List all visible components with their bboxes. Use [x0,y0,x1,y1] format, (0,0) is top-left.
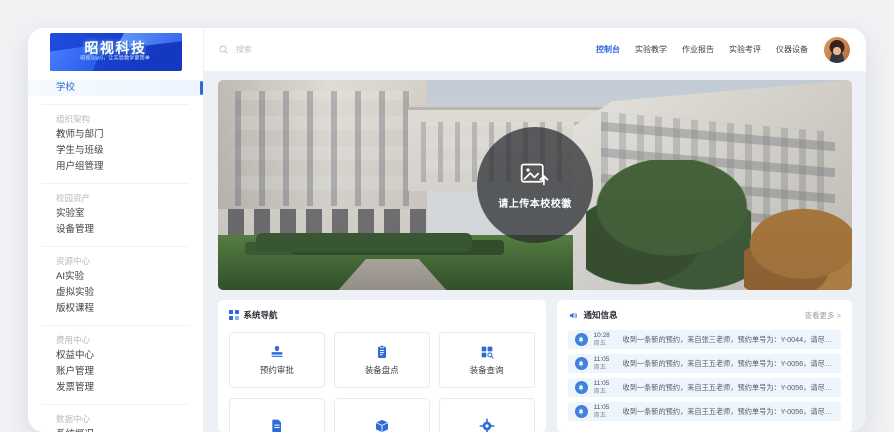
bell-icon [575,333,588,346]
notice-card: 通知信息 查看更多 > 10:28 周五 收到一条新的预约 [557,300,852,432]
sidebar-group-data-center: 数据中心 系统概况 数据报表 [42,404,189,432]
tab-homework-report[interactable]: 作业报告 [682,44,714,55]
search-box[interactable] [218,44,596,55]
sidebar-item-label: 学校 [56,82,75,93]
tile-hidden-3[interactable] [439,398,535,432]
sidebar-group-resource-center: 资源中心 AI实验 虚拟实验 版权课程 [42,246,189,317]
tab-experiment-teaching[interactable]: 实验教学 [635,44,667,55]
image-upload-icon [520,161,550,188]
notice-message: 收到一条新的预约，来自王五老师，预约单号为：Y-0056，请尽快处理。 [623,359,834,369]
sidebar-item-invoice-management[interactable]: 发票管理 [42,380,189,396]
notice-title: 通知信息 [584,309,618,321]
top-nav-tabs: 控制台 实验教学 作业报告 实验考评 仪器设备 [596,44,808,55]
sidebar-item-account-management[interactable]: 账户管理 [42,364,189,380]
notice-list: 10:28 周五 收到一条新的预约，来自张三老师，预约单号为：Y-0044，请尽… [568,330,841,421]
sidebar-group-header: 费用中心 [42,332,189,348]
notice-row[interactable]: 11:05 周五 收到一条新的预约，来自王五老师，预约单号为：Y-0056，请尽… [568,354,841,373]
tile-equipment-inventory[interactable]: 装备盘点 [334,332,430,388]
sidebar-item-laboratory[interactable]: 实验室 [42,206,189,222]
notice-row[interactable]: 11:05 周五 收到一条新的预约，来自王五老师，预约单号为：Y-0056，请尽… [568,402,841,421]
notice-message: 收到一条新的预约，来自王五老师，预约单号为：Y-0056，请尽快处理。 [623,407,834,417]
nav-tiles-row2 [229,398,535,432]
system-nav-title: 系统导航 [244,309,278,321]
notice-message: 收到一条新的预约，来自张三老师，预约单号为：Y-0044，请尽快处理。 [623,335,834,345]
sidebar-item-licensed-courses[interactable]: 版权课程 [42,301,189,317]
sidebar-group-header: 校园资产 [42,190,189,206]
cube-icon [374,418,390,432]
top-bar: 控制台 实验教学 作业报告 实验考评 仪器设备 [204,28,866,72]
bell-icon [575,381,588,394]
bottom-cards-row: 系统导航 预约审批 [218,300,852,432]
tile-label: 装备查询 [470,364,504,376]
upload-badge-label: 请上传本校校徽 [498,195,572,210]
gear-icon [479,418,495,432]
notice-time: 10:28 周五 [594,332,617,347]
sidebar-group-cost-center: 费用中心 权益中心 账户管理 发票管理 [42,325,189,396]
sidebar-item-system-overview[interactable]: 系统概况 [42,427,189,432]
avatar[interactable] [824,37,850,63]
main-area: 控制台 实验教学 作业报告 实验考评 仪器设备 [204,28,866,432]
tile-hidden-1[interactable] [229,398,325,432]
sidebar: 昭视科技 昭视SaaS，让实验教学更简单 学校 组织架构 教师与部门 学生与班级… [28,28,204,432]
sidebar-group-header: 数据中心 [42,411,189,427]
document-icon [269,418,285,432]
grid-search-icon [479,344,495,360]
speaker-icon [568,310,579,321]
stamp-icon [269,344,285,360]
bell-icon [575,405,588,418]
notice-message: 收到一条新的预约，来自王五老师，预约单号为：Y-0056，请尽快处理。 [623,383,834,393]
notice-row[interactable]: 10:28 周五 收到一条新的预约，来自张三老师，预约单号为：Y-0044，请尽… [568,330,841,349]
sidebar-group-header: 资源中心 [42,253,189,269]
clipboard-icon [374,344,390,360]
logo-tagline: 昭视SaaS，让实验教学更简单 [81,56,151,62]
sidebar-item-user-groups[interactable]: 用户组管理 [42,159,189,175]
bell-icon [575,357,588,370]
system-nav-header: 系统导航 [229,309,535,321]
tab-instruments[interactable]: 仪器设备 [776,44,808,55]
logo[interactable]: 昭视科技 昭视SaaS，让实验教学更简单 [50,33,182,71]
notice-header: 通知信息 查看更多 > [568,309,841,321]
sidebar-item-school[interactable]: 学校 [28,80,203,96]
campus-photo-banner: 请上传本校校徽 [218,80,852,290]
tile-label: 预约审批 [260,364,294,376]
sidebar-group-organization: 组织架构 教师与部门 学生与班级 用户组管理 [42,104,189,175]
sidebar-group-campus-assets: 校园资产 实验室 设备管理 [42,183,189,238]
search-input[interactable] [234,44,374,55]
sidebar-item-students-classes[interactable]: 学生与班级 [42,143,189,159]
tile-equipment-query[interactable]: 装备查询 [439,332,535,388]
system-nav-card: 系统导航 预约审批 [218,300,546,432]
nav-tiles: 预约审批 装备盘点 [229,332,535,388]
sidebar-group-header: 组织架构 [42,111,189,127]
app-window: 昭视科技 昭视SaaS，让实验教学更简单 学校 组织架构 教师与部门 学生与班级… [28,28,866,432]
sidebar-item-virtual-experiment[interactable]: 虚拟实验 [42,285,189,301]
notice-row[interactable]: 11:05 周五 收到一条新的预约，来自王五老师，预约单号为：Y-0056，请尽… [568,378,841,397]
sidebar-item-teachers-departments[interactable]: 教师与部门 [42,127,189,143]
sidebar-item-ai-experiment[interactable]: AI实验 [42,269,189,285]
grid-icon [229,310,239,320]
logo-title: 昭视科技 [85,41,147,56]
notice-time: 11:05 周五 [594,404,617,419]
sidebar-menu: 学校 组织架构 教师与部门 学生与班级 用户组管理 校园资产 实验室 设备管理 … [28,71,203,432]
tile-label: 装备盘点 [365,364,399,376]
sidebar-item-equipment-management[interactable]: 设备管理 [42,222,189,238]
upload-badge-button[interactable]: 请上传本校校徽 [477,127,593,243]
content-area: 请上传本校校徽 系统导航 [204,72,866,432]
tab-console[interactable]: 控制台 [596,44,620,55]
notice-time: 11:05 周五 [594,356,617,371]
search-icon [218,44,229,55]
notice-time: 11:05 周五 [594,380,617,395]
active-indicator [200,81,203,95]
tab-experiment-assessment[interactable]: 实验考评 [729,44,761,55]
sidebar-item-benefits-center[interactable]: 权益中心 [42,348,189,364]
tile-hidden-2[interactable] [334,398,430,432]
view-more-link[interactable]: 查看更多 > [805,310,841,321]
tile-reservation-approval[interactable]: 预约审批 [229,332,325,388]
